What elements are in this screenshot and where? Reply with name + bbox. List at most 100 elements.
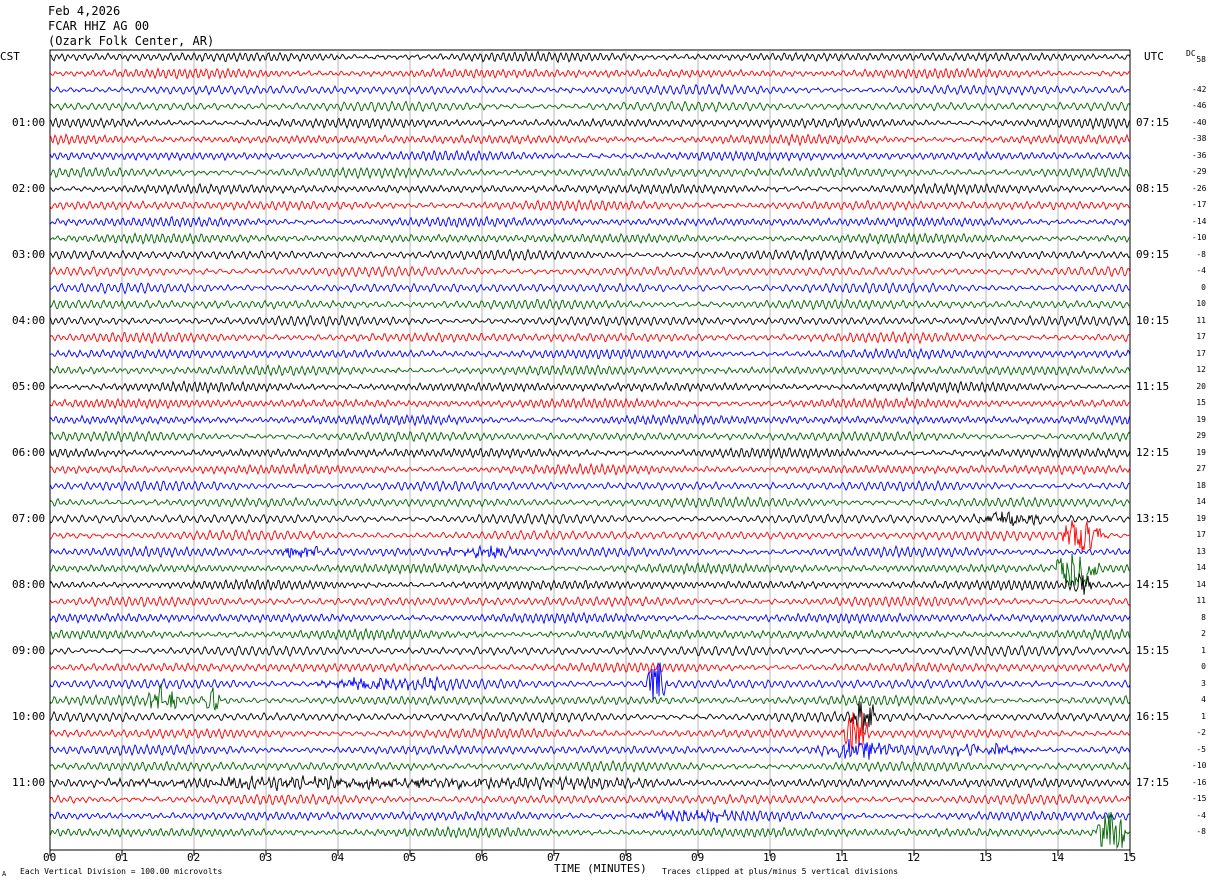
right-hour-label: 13:15 — [1136, 512, 1170, 525]
trace-16 — [49, 314, 1131, 328]
dc-offset-value: 15 — [1196, 398, 1206, 407]
dc-offset-value: -17 — [1192, 200, 1207, 209]
dc-offset-value: 4 — [1201, 695, 1206, 704]
trace-37 — [49, 661, 1131, 674]
right-hour-label: 15:15 — [1136, 644, 1170, 657]
trace-28 — [49, 511, 1131, 527]
x-tick-label: 09 — [691, 851, 705, 864]
dc-offset-value: -4 — [1196, 810, 1206, 820]
trace-20 — [49, 379, 1131, 394]
x-tick-label: 12 — [907, 851, 921, 864]
dc-offset-value: 11 — [1196, 596, 1206, 605]
dc-offset-value: 29 — [1196, 431, 1206, 440]
dc-offset-value: -8 — [1196, 827, 1206, 836]
station-location: (Ozark Folk Center, AR) — [48, 34, 215, 48]
seismogram-traces — [49, 50, 1131, 850]
left-hour-label: 08:00 — [12, 578, 46, 591]
x-tick-label: 01 — [115, 851, 129, 864]
trace-45 — [49, 793, 1131, 806]
trace-10 — [49, 215, 1131, 229]
dc-offset-value: 1 — [1201, 711, 1206, 721]
station-code: FCAR HHZ AG 00 — [48, 19, 150, 33]
left-hour-label: 01:00 — [12, 116, 46, 129]
trace-15 — [49, 298, 1131, 311]
chart-title-date: Feb 4,2026 — [48, 4, 121, 18]
trace-43 — [49, 759, 1131, 773]
left-hour-label: 02:00 — [12, 182, 46, 195]
dc-offset-value: 0 — [1201, 662, 1206, 671]
right-hour-label: 09:15 — [1136, 248, 1170, 261]
dc-offset-value: -5 — [1196, 744, 1206, 754]
dc-offset-value: 13 — [1196, 546, 1206, 556]
trace-24 — [49, 446, 1131, 460]
dc-offset-value: -29 — [1192, 167, 1207, 176]
dc-offset-value: 11 — [1196, 315, 1206, 325]
trace-4 — [49, 117, 1131, 131]
x-tick-label: 10 — [763, 851, 777, 864]
dc-offset-value: 19 — [1196, 447, 1206, 457]
right-hour-label: 10:15 — [1136, 314, 1170, 327]
trace-34 — [49, 611, 1131, 625]
trace-0 — [49, 50, 1131, 64]
dc-offset-value: -15 — [1192, 794, 1207, 803]
trace-40 — [49, 701, 1131, 734]
clip-note: Traces clipped at plus/minus 5 vertical … — [662, 867, 899, 876]
dc-offset-value: 27 — [1196, 464, 1206, 473]
dc-offset-value: 14 — [1196, 497, 1206, 506]
x-tick-label: 04 — [331, 851, 345, 864]
dc-offset-value: -36 — [1192, 150, 1207, 160]
dc-offset-value: -10 — [1192, 761, 1207, 770]
trace-22 — [49, 412, 1131, 427]
dc-offset-value: -14 — [1192, 216, 1207, 226]
corner-mark: A — [2, 870, 7, 878]
trace-21 — [49, 396, 1131, 410]
dc-offset-value: 17 — [1196, 530, 1206, 539]
trace-42 — [49, 739, 1131, 760]
trace-11 — [49, 232, 1131, 246]
trace-8 — [49, 182, 1131, 196]
trace-2 — [49, 83, 1131, 97]
trace-27 — [49, 496, 1131, 509]
right-hour-label: 14:15 — [1136, 578, 1170, 591]
trace-31 — [49, 553, 1131, 587]
left-hour-label: 03:00 — [12, 248, 46, 261]
dc-offset-value: -10 — [1192, 233, 1207, 242]
x-tick-label: 15 — [1123, 851, 1137, 864]
trace-19 — [49, 363, 1131, 377]
left-timezone-label: CST — [0, 50, 20, 63]
dc-offset-value: 8 — [1201, 612, 1206, 622]
dc-offset-value: 17 — [1196, 332, 1206, 341]
dc-offset-value: 17 — [1196, 348, 1206, 358]
trace-23 — [49, 430, 1131, 443]
x-tick-label: 07 — [547, 851, 561, 864]
x-tick-label: 06 — [475, 851, 489, 864]
trace-1 — [49, 66, 1130, 80]
trace-44 — [49, 775, 1131, 792]
dc-offset-value: 58 — [1196, 55, 1206, 64]
left-hour-label: 09:00 — [12, 644, 46, 657]
trace-13 — [49, 265, 1131, 278]
trace-5 — [49, 132, 1131, 147]
trace-32 — [49, 572, 1131, 595]
trace-14 — [49, 281, 1131, 295]
trace-29 — [49, 520, 1131, 552]
x-tick-label: 08 — [619, 851, 633, 864]
x-tick-label: 11 — [835, 851, 849, 864]
trace-36 — [49, 644, 1131, 658]
right-hour-label: 17:15 — [1136, 776, 1170, 789]
dc-offset-value: 20 — [1196, 381, 1206, 391]
left-hour-label: 06:00 — [12, 446, 46, 459]
left-hour-label: 04:00 — [12, 314, 46, 327]
right-hour-label: 12:15 — [1136, 446, 1170, 459]
x-tick-label: 05 — [403, 851, 417, 864]
dc-offset-value: -38 — [1192, 134, 1207, 143]
trace-7 — [49, 166, 1131, 180]
dc-offset-value: 0 — [1201, 282, 1206, 292]
left-hour-label: 07:00 — [12, 512, 46, 525]
trace-18 — [49, 347, 1131, 360]
trace-9 — [49, 198, 1131, 212]
trace-25 — [49, 462, 1131, 476]
x-axis-title: TIME (MINUTES) — [554, 862, 647, 875]
dc-offset-value: -4 — [1196, 266, 1206, 275]
trace-46 — [49, 808, 1131, 823]
